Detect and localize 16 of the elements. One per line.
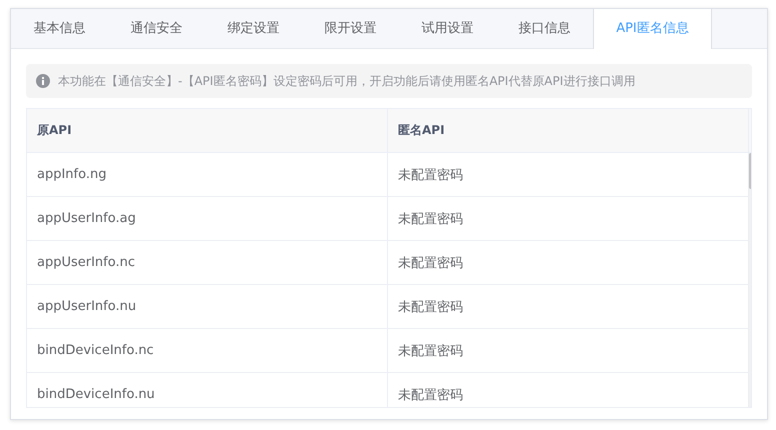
- table-cell: bindDeviceInfo.nc: [27, 329, 388, 372]
- tab[interactable]: 通信安全: [108, 9, 205, 48]
- tab[interactable]: 基本信息: [11, 9, 108, 48]
- tab[interactable]: 接口信息: [496, 9, 593, 48]
- table-cell: bindDeviceInfo.nu: [27, 373, 388, 407]
- column-header: 匿名API: [388, 109, 749, 152]
- tab[interactable]: 试用设置: [399, 9, 496, 48]
- table-cell: appUserInfo.ag: [27, 197, 388, 240]
- table-cell: appInfo.ng: [27, 153, 388, 196]
- table-cell: appUserInfo.nu: [27, 285, 388, 328]
- tab[interactable]: 限开设置: [302, 9, 399, 48]
- table-cell: appUserInfo.nc: [27, 241, 388, 284]
- tab[interactable]: 绑定设置: [205, 9, 302, 48]
- info-icon: [36, 74, 50, 88]
- column-header: 原API: [27, 109, 388, 152]
- notice-text: 本功能在【通信安全】-【API匿名密码】设定密码后可用，开启功能后请使用匿名API代替原API进行接口调用: [58, 72, 636, 90]
